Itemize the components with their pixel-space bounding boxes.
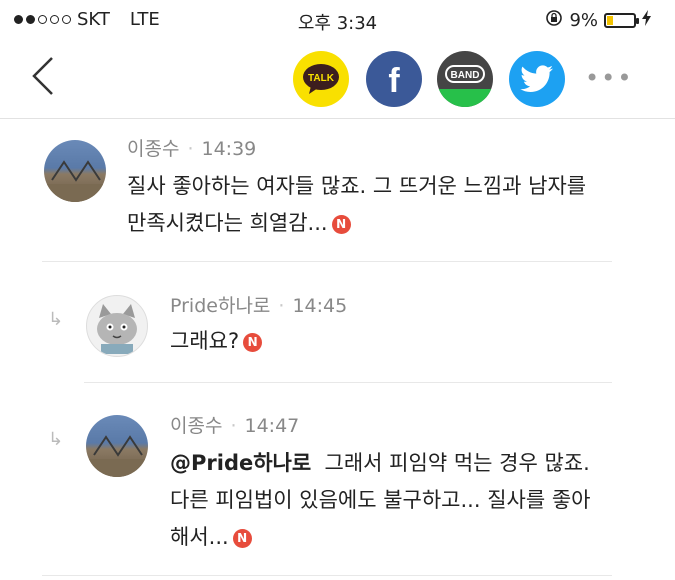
- back-chevron-icon[interactable]: [30, 56, 56, 96]
- comment-author[interactable]: 이종수: [127, 138, 179, 160]
- comment-line: 해서...: [170, 525, 229, 549]
- facebook-icon: f: [388, 61, 400, 100]
- comment-text: 질사 좋아하는 여자들 많죠. 그 뜨거운 느낌과 남자를 만족시켰다는 희열감…: [127, 168, 586, 242]
- charging-icon: [642, 10, 651, 31]
- comment-time: 14:39: [201, 138, 257, 160]
- avatar[interactable]: [86, 295, 148, 357]
- comment-author-meta: 이종수 · 14:39: [127, 138, 257, 160]
- comment-author-meta: Pride하나로 · 14:45: [170, 295, 348, 317]
- avatar[interactable]: [86, 415, 148, 477]
- band-icon: BAND: [437, 65, 493, 107]
- comment-line: 만족시켰다는 희열감...: [127, 211, 328, 235]
- band-label: BAND: [451, 70, 480, 81]
- new-badge-icon: N: [232, 529, 252, 548]
- comment-line: 질사 좋아하는 여자들 많죠. 그 뜨거운 느낌과 남자를: [127, 174, 587, 198]
- reply-arrow-icon: ↳: [48, 429, 64, 450]
- new-badge-icon: N: [331, 215, 351, 234]
- comment-line: 다른 피임법이 있음에도 불구하고... 질사를 좋아: [170, 488, 591, 512]
- new-badge-icon: N: [243, 333, 263, 352]
- battery-percent: 9%: [569, 10, 598, 31]
- kakaotalk-icon: TALK: [303, 64, 339, 94]
- kakaotalk-label: TALK: [308, 73, 335, 84]
- comment-author-meta: 이종수 · 14:47: [170, 415, 300, 437]
- band-share-button[interactable]: BAND: [437, 51, 493, 107]
- rotation-lock-icon: [545, 9, 563, 32]
- comment-time: 14:45: [292, 295, 348, 317]
- more-icon[interactable]: •••: [585, 64, 633, 92]
- header-divider: [0, 118, 675, 119]
- reply-arrow-icon: ↳: [48, 309, 64, 330]
- avatar[interactable]: [44, 140, 106, 202]
- comment-line: 그래서 피임약 먹는 경우 많죠.: [324, 451, 590, 475]
- comment-divider: [42, 575, 612, 576]
- comment-text: @Pride하나로 그래서 피임약 먹는 경우 많죠. 다른 피임법이 있음에도…: [170, 445, 590, 556]
- twitter-share-button[interactable]: [509, 51, 565, 107]
- comment-divider: [42, 261, 612, 262]
- battery-icon: [604, 13, 639, 28]
- mention-link[interactable]: @Pride하나로: [170, 451, 311, 475]
- status-right: 9%: [545, 9, 651, 32]
- comment-text: 그래요? N: [170, 323, 263, 360]
- comment-author[interactable]: 이종수: [170, 415, 222, 437]
- comment-line: 그래요?: [170, 329, 240, 353]
- comment-divider: [84, 382, 612, 383]
- comment-time: 14:47: [244, 415, 300, 437]
- status-bar: SKT LTE 오후 3:34 9%: [0, 0, 675, 40]
- facebook-share-button[interactable]: f: [366, 51, 422, 107]
- twitter-icon: [520, 65, 553, 92]
- comment-author[interactable]: Pride하나로: [170, 295, 270, 317]
- kakaotalk-share-button[interactable]: TALK: [293, 51, 349, 107]
